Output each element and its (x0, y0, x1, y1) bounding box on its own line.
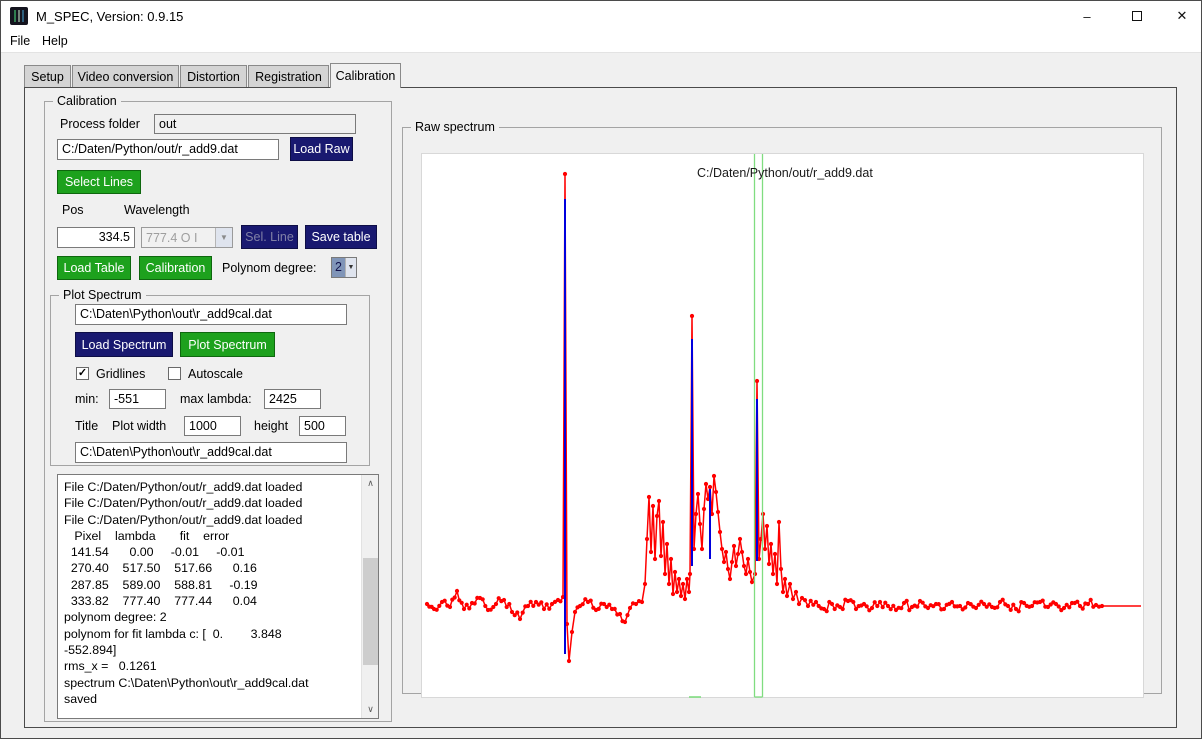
raw-spectrum-group: Raw spectrum C:/Daten/Python/out/r_add9.… (402, 127, 1162, 694)
calibration-group-label: Calibration (53, 94, 121, 108)
plot-width-field[interactable]: 1000 (184, 416, 241, 436)
plot-spectrum-group-label: Plot Spectrum (59, 288, 146, 302)
gridlines-checkbox[interactable]: ✓ (76, 367, 89, 380)
scrollbar-thumb[interactable] (363, 558, 378, 665)
calibration-button[interactable]: Calibration (139, 256, 212, 280)
wavelength-label: Wavelength (124, 203, 190, 217)
min-label: min: (75, 392, 99, 406)
window-title: M_SPEC, Version: 0.9.15 (36, 9, 183, 24)
process-folder-field[interactable]: out (154, 114, 356, 134)
raw-spectrum-plot[interactable]: C:/Daten/Python/out/r_add9.dat (421, 153, 1144, 698)
maximize-icon (1132, 11, 1142, 21)
raw-spectrum-group-label: Raw spectrum (411, 120, 499, 134)
tab-distortion[interactable]: Distortion (180, 65, 247, 87)
log-area[interactable]: File C:/Daten/Python/out/r_add9.dat load… (57, 474, 379, 719)
polynom-degree-value[interactable]: 2 (332, 258, 345, 277)
height-field[interactable]: 500 (299, 416, 346, 436)
spectrum-chart: C:/Daten/Python/out/r_add9.dat (422, 154, 1145, 699)
app-window: { "window": { "title": "M_SPEC, Version:… (0, 0, 1202, 739)
min-field[interactable]: -551 (109, 389, 166, 409)
plot-spectrum-button[interactable]: Plot Spectrum (180, 332, 275, 357)
plot-width-label: Plot width (112, 419, 166, 433)
tab-video-conversion[interactable]: Video conversion (72, 65, 179, 87)
menu-file[interactable]: File (6, 34, 34, 48)
menu-bar: File Help (0, 30, 1202, 53)
raw-file-path-field[interactable]: C:/Daten/Python/out/r_add9.dat (57, 139, 279, 160)
close-button[interactable]: ✕ (1167, 6, 1197, 26)
menu-help[interactable]: Help (38, 34, 72, 48)
scroll-up-icon[interactable]: ∧ (362, 475, 379, 492)
scroll-down-icon[interactable]: ∨ (362, 701, 379, 718)
spinner-arrow-icon[interactable]: ▼ (345, 258, 356, 277)
pos-value-field[interactable]: 334.5 (57, 227, 135, 248)
spectrum-file-path-field[interactable]: C:\Daten\Python\out\r_add9cal.dat (75, 304, 347, 325)
polynom-degree-spinbox[interactable]: 2 ▼ (331, 257, 357, 278)
wavelength-combobox-value: 777.4 O I (146, 231, 197, 245)
load-table-button[interactable]: Load Table (57, 256, 131, 280)
tab-setup[interactable]: Setup (24, 65, 71, 87)
app-icon (10, 7, 28, 25)
save-table-button[interactable]: Save table (305, 225, 377, 249)
plot-title-path-field[interactable]: C:\Daten\Python\out\r_add9cal.dat (75, 442, 347, 463)
tab-registration[interactable]: Registration (248, 65, 329, 87)
height-label: height (254, 419, 288, 433)
svg-text:C:/Daten/Python/out/r_add9.dat: C:/Daten/Python/out/r_add9.dat (697, 166, 873, 180)
max-lambda-field[interactable]: 2425 (264, 389, 321, 409)
maximize-button[interactable] (1122, 6, 1152, 26)
load-spectrum-button[interactable]: Load Spectrum (75, 332, 173, 357)
gridlines-label: Gridlines (96, 367, 145, 381)
tab-calibration[interactable]: Calibration (330, 63, 401, 88)
log-scrollbar[interactable]: ∧ ∨ (361, 475, 378, 718)
wavelength-combobox[interactable]: 777.4 O I ▼ (141, 227, 233, 248)
polynom-degree-label: Polynom degree: (222, 261, 317, 275)
sel-line-button[interactable]: Sel. Line (241, 225, 298, 249)
load-raw-button[interactable]: Load Raw (290, 137, 353, 161)
pos-label: Pos (62, 203, 84, 217)
process-folder-label: Process folder (60, 117, 140, 131)
max-lambda-label: max lambda: (180, 392, 252, 406)
autoscale-checkbox[interactable] (168, 367, 181, 380)
title-bar: M_SPEC, Version: 0.9.15 – ✕ (0, 0, 1202, 30)
select-lines-button[interactable]: Select Lines (57, 170, 141, 194)
log-text: File C:/Daten/Python/out/r_add9.dat load… (64, 479, 356, 707)
minimize-button[interactable]: – (1072, 6, 1102, 26)
autoscale-label: Autoscale (188, 367, 243, 381)
title-label: Title (75, 419, 98, 433)
chevron-down-icon[interactable]: ▼ (215, 228, 232, 247)
